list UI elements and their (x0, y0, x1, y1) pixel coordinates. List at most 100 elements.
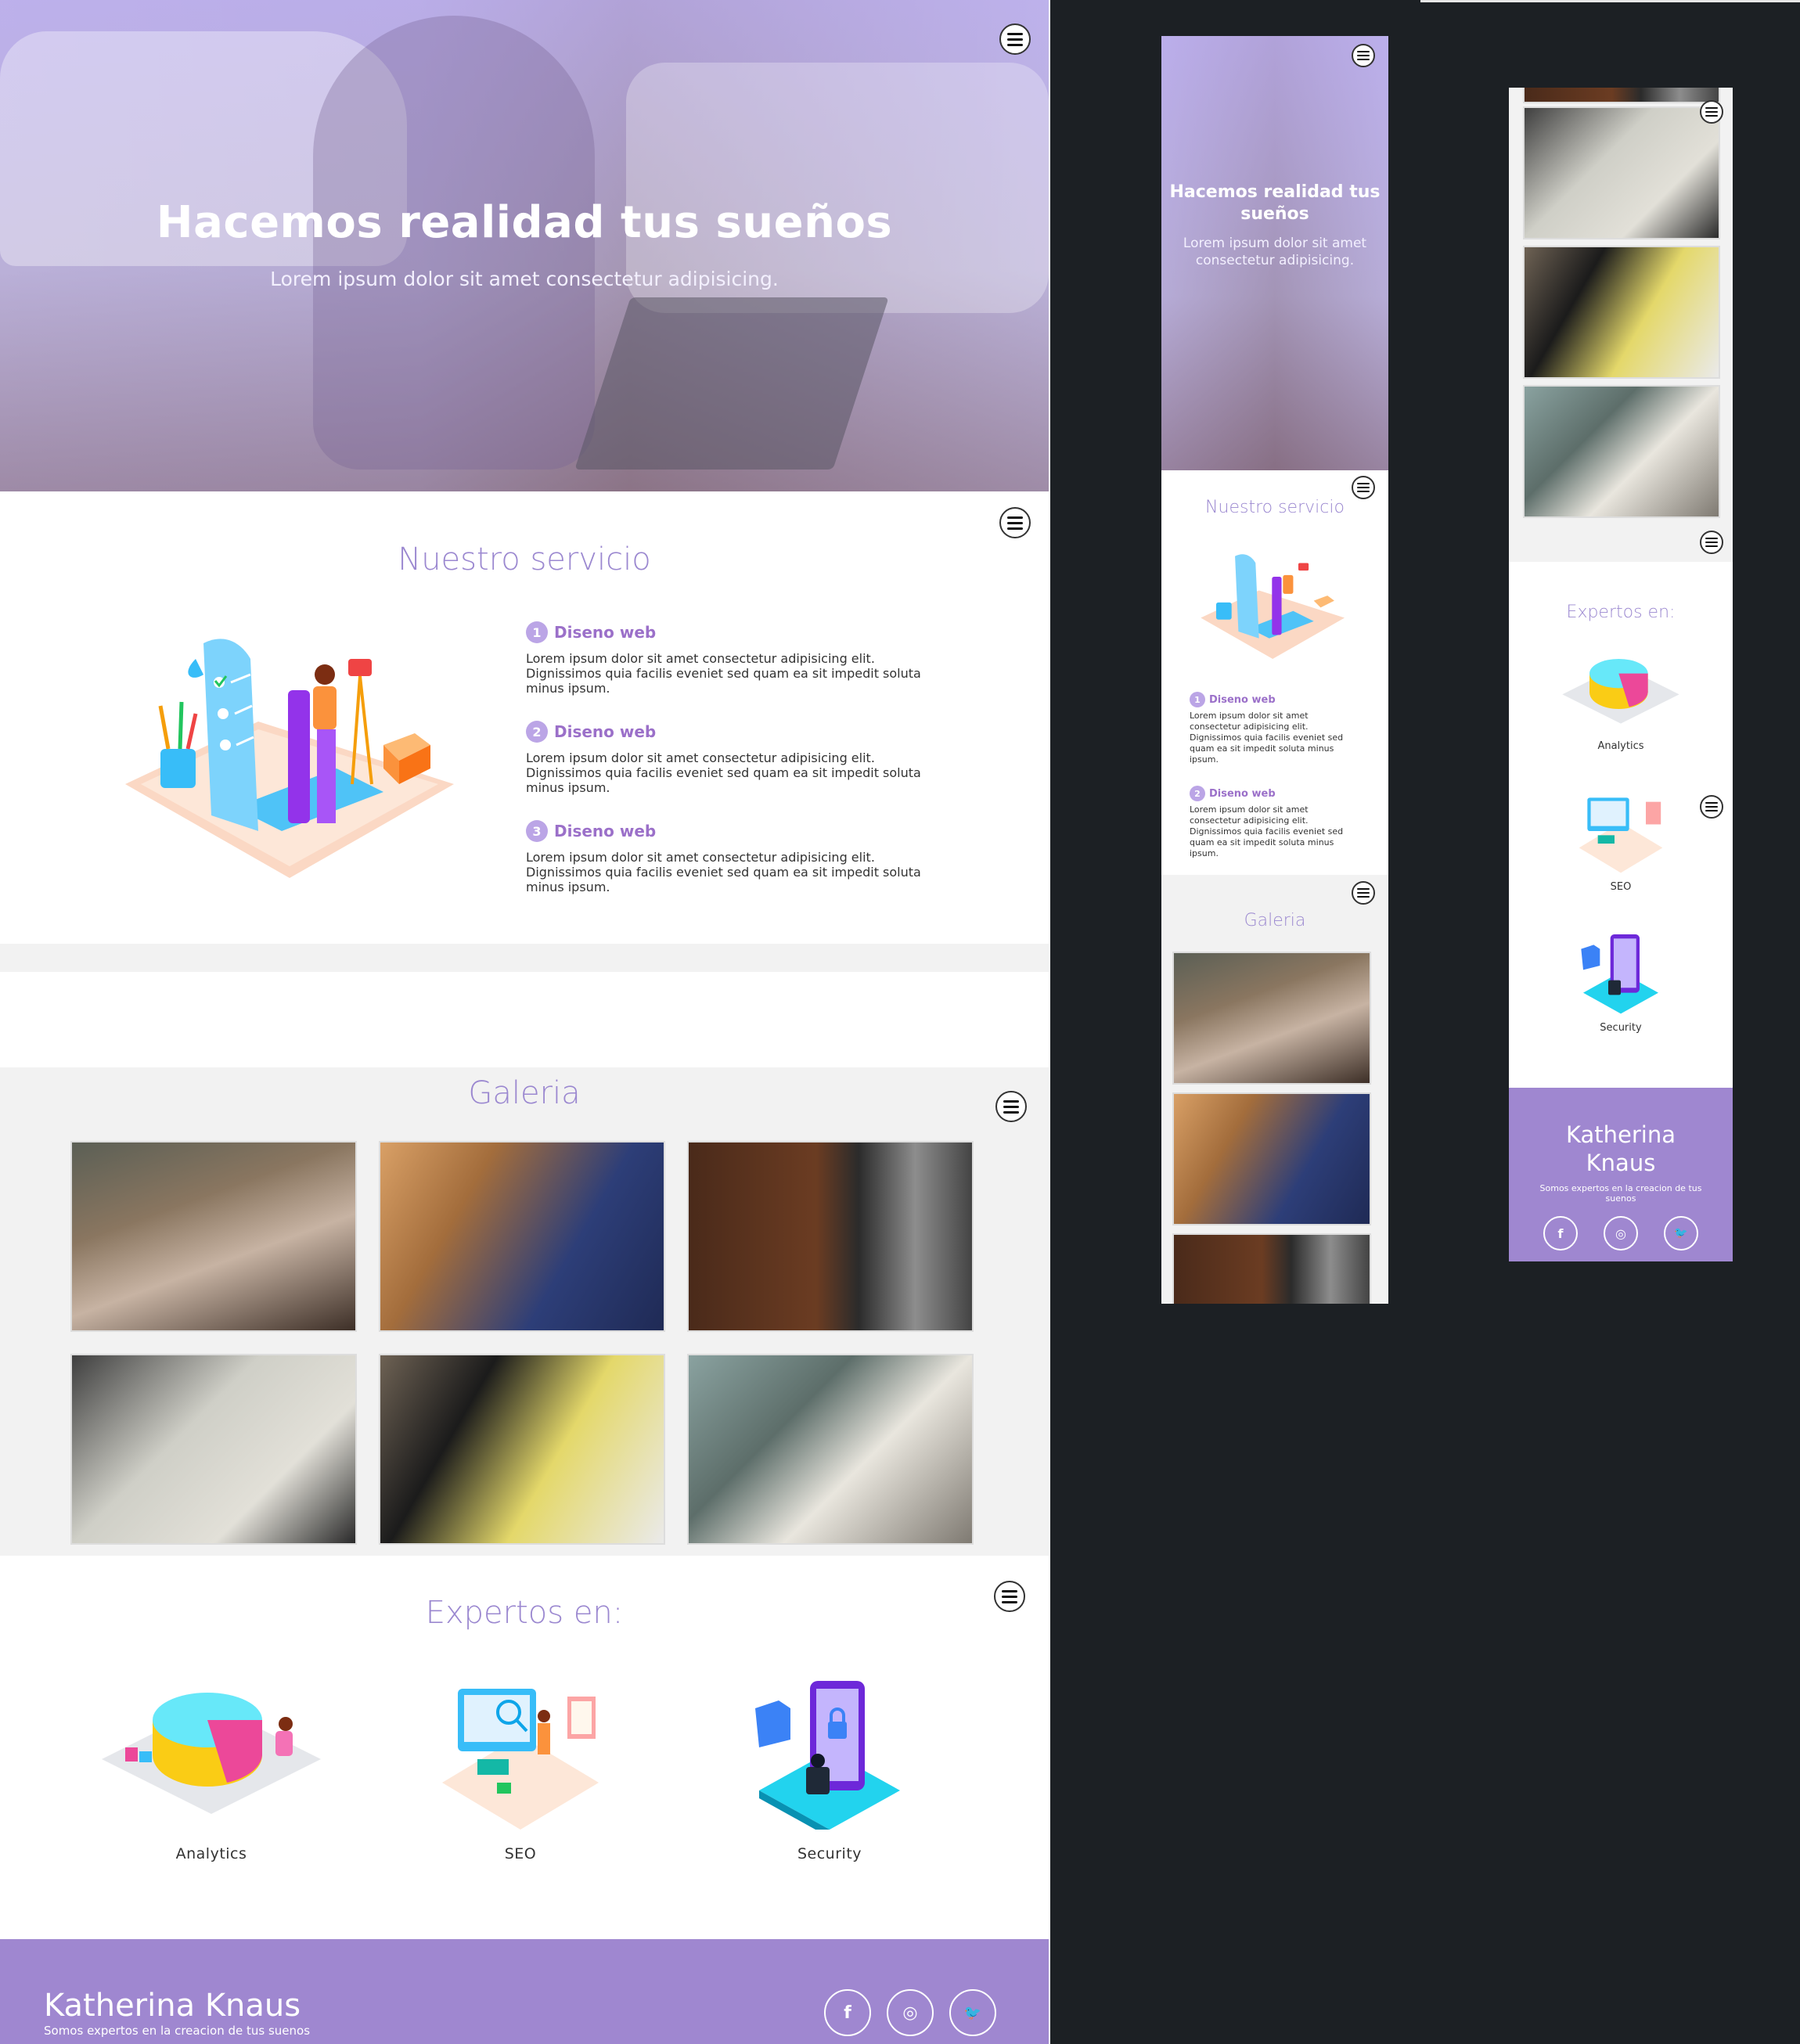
expert-label: SEO (1610, 881, 1632, 893)
expert-label: Analytics (175, 1845, 247, 1862)
expert-label: Analytics (1597, 740, 1644, 752)
desktop-view: Hacemos realidad tus sueños Lorem ipsum … (0, 0, 1050, 2044)
mobile-view-1: Hacemos realidad tus sueños Lorem ipsum … (1161, 36, 1388, 1304)
service-item-text: Lorem ipsum dolor sit amet consectetur a… (526, 850, 921, 894)
gallery-photo-woman-laptop[interactable] (379, 1141, 665, 1332)
analytics-illustration (102, 1693, 321, 1814)
instagram-icon[interactable]: ◎ (887, 1989, 934, 2036)
hamburger-icon (1357, 51, 1370, 52)
hamburger-icon (1705, 802, 1718, 804)
facebook-icon[interactable]: f (824, 1989, 871, 2036)
service-item: 1 Diseno web Lorem ipsum dolor sit amet c… (526, 621, 933, 696)
gallery-title: Galeria (468, 1075, 581, 1111)
service-item-title: Diseno web (554, 623, 657, 642)
mobile-gallery-photo-woman-laptop[interactable] (1172, 1092, 1371, 1225)
hamburger-icon (1705, 538, 1718, 539)
mobile-service-item: 2 Diseno web Lorem ipsum dolor sit amet c… (1190, 786, 1346, 859)
mobile-gallery-photo-coworkers[interactable] (1523, 246, 1720, 379)
footer-brand: Katherina Knaus (44, 1988, 301, 2024)
hero-subtitle: Lorem ipsum dolor sit amet consectetur a… (270, 268, 779, 290)
hamburger-line (1007, 43, 1023, 46)
mobile-gallery-photo-desk-coffee[interactable] (1523, 88, 1720, 103)
hamburger-line (1705, 111, 1718, 113)
mobile-footer: Katherina Knaus Somos expertos en la cre… (1509, 1088, 1733, 1261)
hamburger-line (1357, 491, 1370, 492)
mobile-services-illustration (1201, 554, 1345, 659)
gallery-photo-desk-coffee[interactable] (687, 1141, 974, 1332)
hamburger-line (1357, 896, 1370, 898)
facebook-icon[interactable]: f (1543, 1216, 1578, 1251)
mobile-services-menu-button[interactable] (1352, 476, 1375, 499)
services-title: Nuestro servicio (398, 542, 651, 578)
gallery-photo-laptop-notes[interactable] (687, 1354, 974, 1545)
mobile-gallery-photo-desk-coffee[interactable] (1172, 1233, 1371, 1304)
mobile-hero-section: Hacemos realidad tus sueños Lorem ipsum … (1161, 36, 1388, 470)
gallery-photo-coworkers[interactable] (379, 1354, 665, 1545)
mobile-gallery-photo-laptop-notes[interactable] (1523, 385, 1720, 518)
hero-menu-button[interactable] (999, 23, 1031, 55)
mobile-gallery-menu-button[interactable] (1700, 100, 1723, 124)
mobile-experts-menu-button[interactable] (1700, 531, 1723, 554)
twitter-icon[interactable]: 🐦 (949, 1989, 996, 2036)
mobile-expert-analytics: Analytics (1558, 648, 1683, 752)
service-item-header: 2 Diseno web (526, 721, 933, 743)
hamburger-line (1007, 527, 1023, 530)
gallery-photo-sketching[interactable] (70, 1354, 357, 1545)
hamburger-line (1003, 1110, 1019, 1114)
mobile-expert-menu-button[interactable] (1700, 795, 1723, 819)
service-number-badge: 1 (1190, 692, 1205, 707)
hamburger-icon (1003, 1099, 1019, 1103)
mobile-gallery-photo-team-meeting[interactable] (1172, 952, 1371, 1085)
mobile-gallery-section: Galeria (1161, 875, 1388, 1304)
mobile-footer-brand: Katherina Knaus (1509, 1121, 1733, 1177)
service-item-text: Lorem ipsum dolor sit amet consectetur a… (1190, 711, 1344, 765)
hamburger-line (1705, 115, 1718, 117)
twitter-icon[interactable]: 🐦 (1664, 1216, 1698, 1251)
service-item-header: 3 Diseno web (526, 820, 933, 842)
mobile-gallery-menu-button[interactable] (1352, 881, 1375, 905)
gallery-menu-button[interactable] (995, 1091, 1027, 1122)
gallery-section: Galeria (0, 1067, 1049, 1556)
hamburger-icon (1007, 32, 1023, 35)
services-list: 1 Diseno web Lorem ipsum dolor sit amet c… (526, 621, 933, 919)
service-item: 2 Diseno web Lorem ipsum dolor sit amet c… (526, 721, 933, 795)
mobile-expert-seo: SEO (1558, 789, 1683, 893)
experts-title: Expertos en: (425, 1595, 624, 1631)
mobile-gallery-title: Galeria (1244, 911, 1306, 930)
hamburger-line (1007, 38, 1023, 41)
hamburger-line (1705, 545, 1718, 547)
instagram-icon[interactable]: ◎ (1604, 1216, 1638, 1251)
gallery-grid (70, 1141, 974, 1545)
services-illustration (125, 639, 454, 878)
mobile-section-divider (1509, 523, 1733, 562)
service-number-badge: 2 (1190, 786, 1205, 801)
hamburger-icon (1357, 888, 1370, 890)
security-illustration (1581, 934, 1658, 1014)
hamburger-icon (1002, 1589, 1017, 1592)
service-item-text: Lorem ipsum dolor sit amet consectetur a… (526, 651, 921, 696)
services-menu-button[interactable] (999, 507, 1031, 538)
hamburger-line (1705, 810, 1718, 811)
seo-illustration (442, 1689, 599, 1830)
section-divider-band (0, 944, 1049, 972)
hamburger-icon (1705, 107, 1718, 109)
gallery-photo-team-meeting[interactable] (70, 1141, 357, 1332)
service-item-header: 2 Diseno web (1190, 786, 1346, 801)
mobile-view-2: Expertos en: Analytics SEO Security Kath… (1509, 88, 1733, 1261)
mobile-service-item: 1 Diseno web Lorem ipsum dolor sit amet c… (1190, 692, 1346, 765)
service-item-title: Diseno web (1209, 693, 1276, 706)
hero-bg-laptop (574, 297, 889, 470)
hamburger-line (1357, 487, 1370, 488)
mobile-gallery-photo-sketching[interactable] (1523, 106, 1720, 239)
mobile-hero-menu-button[interactable] (1352, 44, 1375, 67)
top-divider (1420, 0, 1800, 2)
footer-brand-line: Katherina (1565, 1121, 1676, 1148)
hero-title: Hacemos realidad tus sueños (156, 197, 893, 248)
service-item-title: Diseno web (1209, 787, 1276, 800)
service-item-text: Lorem ipsum dolor sit amet consectetur a… (1190, 804, 1344, 858)
footer-tagline: Somos expertos en la creacion de tus sue… (44, 2024, 311, 2038)
service-number-badge: 2 (526, 721, 548, 743)
mobile-hero-title: Hacemos realidad tus sueños (1169, 182, 1381, 224)
mobile-experts-section: Expertos en: Analytics SEO Security (1509, 562, 1733, 1175)
mobile-hero-subtitle: Lorem ipsum dolor sit amet consectetur a… (1183, 236, 1367, 268)
